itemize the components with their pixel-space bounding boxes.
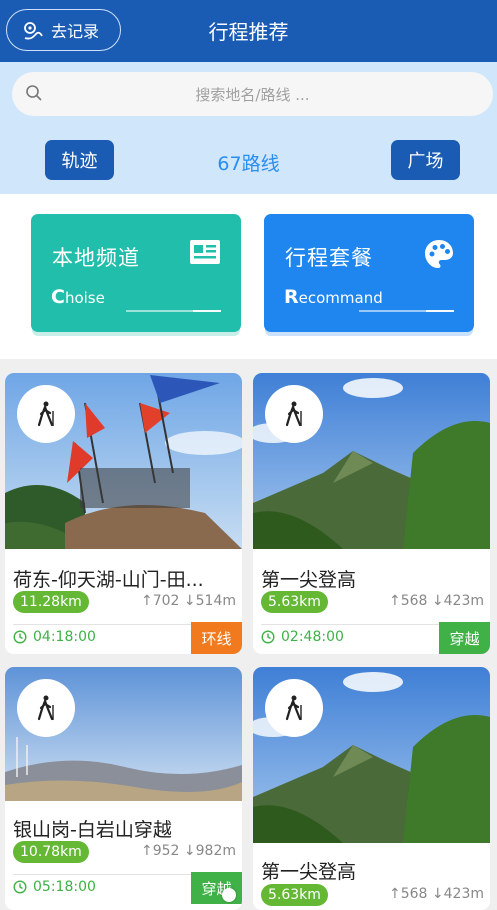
clock-icon <box>13 630 27 644</box>
channel-title: 行程套餐 <box>285 246 373 270</box>
hiking-icon <box>17 385 75 443</box>
ascent-icon: ↑ <box>140 593 153 609</box>
route-type-tag: 环线 <box>191 622 242 654</box>
descent-icon: ↓ <box>431 886 444 902</box>
distance-badge: 5.63km <box>261 591 328 613</box>
duration: 04:18:00 <box>13 629 96 645</box>
descent-icon: ↓ <box>183 593 196 609</box>
ascent-icon: ↑ <box>388 593 401 609</box>
local-channel-card[interactable]: 本地频道 Choise <box>31 214 241 332</box>
divider <box>193 310 221 312</box>
descent-icon: ↓ <box>183 843 196 859</box>
route-title: 荷东-仰天湖-山门-田... <box>13 569 204 591</box>
search-placeholder: 搜索地名/路线 ... <box>195 86 310 104</box>
descent-icon: ↓ <box>431 593 444 609</box>
top-bar: 去记录 行程推荐 <box>0 0 497 62</box>
route-type-tag: 穿越 <box>439 622 490 654</box>
search-area: 搜索地名/路线 ... 轨迹 67路线 广场 <box>0 62 497 194</box>
page-title: 行程推荐 <box>208 20 289 44</box>
hiking-icon <box>265 679 323 737</box>
route-photo <box>5 667 242 801</box>
channel-subtitle: Recommand <box>284 286 383 308</box>
ascent-icon: ↑ <box>140 843 153 859</box>
news-card-icon <box>190 240 220 264</box>
duration: 05:18:00 <box>13 879 96 895</box>
route-card[interactable]: 银山岗-白岩山穿越 10.78km ↑952 ↓982m 05:18:00 穿越 <box>5 667 242 910</box>
clock-icon <box>13 880 27 894</box>
channel-title: 本地频道 <box>52 246 140 270</box>
elevation-stats: ↑568 ↓423m <box>388 593 484 609</box>
elevation-stats: ↑568 ↓423m <box>388 886 484 902</box>
elevation-stats: ↑702 ↓514m <box>140 593 236 609</box>
distance-badge: 5.63km <box>261 884 328 906</box>
route-photo <box>5 373 242 549</box>
route-card[interactable]: 荷东-仰天湖-山门-田... 11.28km ↑702 ↓514m 04:18:… <box>5 373 242 654</box>
tab-plaza[interactable]: 广场 <box>391 140 460 180</box>
route-title: 银山岗-白岩山穿越 <box>13 819 172 841</box>
ascent-icon: ↑ <box>388 886 401 902</box>
channel-subtitle: Choise <box>51 286 105 308</box>
route-card[interactable]: 第一尖登高 5.63km ↑568 ↓423m <box>253 667 490 910</box>
search-input[interactable]: 搜索地名/路线 ... <box>12 72 493 116</box>
palette-icon <box>425 240 453 268</box>
distance-badge: 11.28km <box>13 591 89 613</box>
channel-section: 本地频道 Choise 行程套餐 Recommand <box>0 194 497 359</box>
distance-badge: 10.78km <box>13 841 89 863</box>
hiking-icon <box>17 679 75 737</box>
package-channel-card[interactable]: 行程套餐 Recommand <box>264 214 474 332</box>
route-title: 第一尖登高 <box>261 569 357 591</box>
route-photo <box>253 667 490 843</box>
clock-icon <box>261 630 275 644</box>
floating-indicator[interactable] <box>222 888 236 902</box>
route-photo <box>253 373 490 549</box>
elevation-stats: ↑952 ↓982m <box>140 843 236 859</box>
divider <box>426 310 454 312</box>
hiking-icon <box>265 385 323 443</box>
route-title: 第一尖登高 <box>261 861 357 883</box>
route-card[interactable]: 第一尖登高 5.63km ↑568 ↓423m 02:48:00 穿越 <box>253 373 490 654</box>
duration: 02:48:00 <box>261 629 344 645</box>
